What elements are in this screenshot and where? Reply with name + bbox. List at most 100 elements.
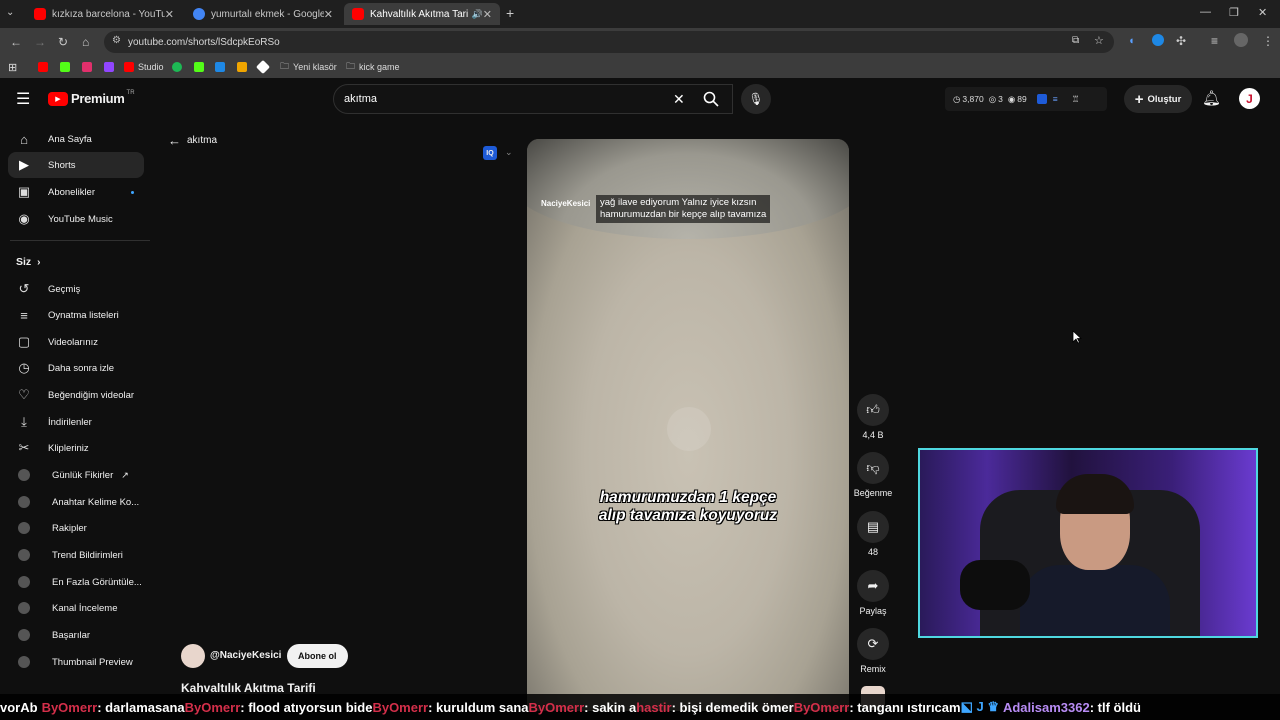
url-text: youtube.com/shorts/lSdcpkEoRSo [128, 36, 280, 48]
chevron-down-icon[interactable]: ⌄ [505, 147, 513, 158]
vidiq-icon [18, 629, 30, 641]
bookmark-ext-2[interactable] [237, 60, 251, 74]
thumbs-down-icon: 👎︎ [857, 452, 889, 484]
like-button[interactable]: 👍︎ 4,4 B [855, 394, 891, 440]
search-button[interactable] [690, 84, 732, 114]
close-icon[interactable]: ✕ [483, 8, 492, 21]
browser-tab-2[interactable]: yumurtalı ekmek - Google'da A ✕ [185, 3, 341, 25]
bookmark-folder-yeni[interactable]: 🗀 Yeni klasör [280, 60, 337, 74]
dislike-button[interactable]: 👎︎ Beğenme [850, 452, 896, 498]
sidebar-item-channel-review[interactable]: Kanal İnceleme [8, 595, 144, 621]
share-button[interactable]: ➦ Paylaş [855, 570, 891, 616]
play-icon[interactable] [667, 407, 711, 451]
vidiq-icon [1036, 94, 1047, 104]
arrow-left-icon: ← [168, 133, 181, 148]
close-window-icon[interactable]: ✕ [1258, 6, 1267, 19]
sidebar-item-music[interactable]: ◉ YouTube Music [8, 206, 144, 232]
search-input[interactable]: akıtma ✕ [333, 84, 733, 114]
maximize-icon[interactable]: ❐ [1229, 6, 1239, 19]
sidebar-item-subscriptions[interactable]: ▣ Abonelikler [8, 179, 144, 205]
channel-name[interactable]: @NaciyeKesici [210, 650, 281, 661]
sidebar-item-home[interactable]: ⌂ Ana Sayfa [8, 126, 144, 152]
chat-username: Adalisam3362 [1002, 699, 1090, 715]
bookmark-spotify[interactable] [172, 60, 186, 74]
shorts-icon: ▶ [19, 157, 29, 172]
bookmark-youtube[interactable] [38, 60, 52, 74]
chat-message: : kuruldum sana [428, 699, 529, 715]
bookmark-star-icon[interactable]: ☆ [1094, 34, 1104, 47]
channel-avatar[interactable] [181, 644, 205, 668]
sidebar-item-daily-ideas[interactable]: Günlük Fikirler ↗ [8, 462, 144, 488]
sidebar-item-most-viewed[interactable]: En Fazla Görüntüle... [8, 569, 144, 595]
bookmark-twitch[interactable] [104, 60, 118, 74]
sidebar-item-trend-alerts[interactable]: Trend Bildirimleri [8, 542, 144, 568]
comments-button[interactable]: ▤ 48 [855, 511, 891, 557]
sidebar-you-header[interactable]: Siz › [8, 249, 144, 275]
clear-search-icon[interactable]: ✕ [673, 91, 685, 108]
sidebar-item-keywords[interactable]: Anahtar Kelime Ko... [8, 489, 144, 515]
media-control-icon[interactable]: ≡ [1211, 34, 1218, 48]
home-icon[interactable]: ⌂ [82, 35, 89, 49]
vidiq-icon [18, 576, 30, 588]
sidebar-item-achievements[interactable]: Başarılar [8, 622, 144, 648]
sidebar-item-playlists[interactable]: ≡ Oynatma listeleri [8, 302, 144, 328]
create-button[interactable]: + Oluştur [1124, 85, 1192, 113]
chevron-right-icon: › [37, 256, 41, 268]
bookmark-studio[interactable]: Studio [124, 60, 164, 74]
hamburger-menu-icon[interactable]: ☰ [16, 89, 30, 109]
extensions-puzzle-icon[interactable]: ✣ [1176, 34, 1186, 48]
chat-username: ByOmerr [793, 699, 850, 715]
install-app-icon[interactable]: ⧉ [1072, 35, 1079, 46]
sidebar-item-downloads[interactable]: ⤓ İndirilenler [8, 409, 144, 435]
reload-icon[interactable]: ↻ [58, 35, 68, 49]
bookmark-ext-3[interactable] [255, 59, 272, 75]
eye-icon: ◎ [988, 93, 997, 104]
vidiq-badge[interactable]: IQ [483, 146, 497, 160]
remix-button[interactable]: ⟳ Remix [855, 628, 891, 674]
browser-tab-3[interactable]: Kahvaltılık Akıtma Tarifi - Yo 🔊 ✕ [344, 3, 500, 25]
tab-search-icon[interactable]: ⌄ [6, 7, 14, 18]
streamer-hair [1056, 474, 1134, 514]
folder-icon: 🗀 [346, 61, 356, 71]
back-to-search[interactable]: ← akıtma [168, 133, 217, 148]
youtube-premium-logo[interactable]: ▶ Premium TR [48, 90, 135, 106]
new-tab-icon[interactable]: + [506, 5, 514, 21]
sidebar-item-watch-later[interactable]: ◷ Daha sonra izle [8, 355, 144, 381]
vidiq-stats-bar[interactable]: ◷ 3,870 ◎ 3 ◉ 89 ≡ ♖ [945, 87, 1107, 111]
menu-kebab-icon[interactable]: ⋮ [1262, 34, 1274, 48]
audio-playing-icon[interactable]: 🔊 [472, 9, 483, 20]
browser-tab-1[interactable]: kızkıza barcelona - YouTube ✕ [26, 3, 182, 25]
url-field[interactable]: ⚙ youtube.com/shorts/lSdcpkEoRSo ⧉ ☆ [104, 31, 1114, 53]
forward-icon[interactable]: → [34, 35, 46, 49]
shorts-video-player[interactable]: NaciyeKesici yağ ilave ediyorum Yalnız i… [527, 139, 849, 711]
extension-icon[interactable] [1152, 34, 1164, 46]
extension-icon[interactable]: ◖ [1128, 35, 1135, 47]
back-icon[interactable]: ← [10, 35, 22, 49]
bookmark-ext[interactable] [215, 60, 229, 74]
sidebar-item-competitors[interactable]: Rakipler [8, 515, 144, 541]
voice-search-button[interactable]: 🎙 [741, 84, 771, 114]
subscribe-button[interactable]: Abone ol [287, 644, 348, 668]
bookmark-instagram[interactable] [82, 60, 96, 74]
notifications-bell-icon[interactable]: 🔔︎ [1202, 89, 1221, 107]
sidebar-item-thumbnail-preview[interactable]: Thumbnail Preview [8, 649, 144, 675]
profile-avatar[interactable] [1234, 33, 1248, 47]
burned-in-subtitle: hamurumuzdan 1 kepçe alıp tavamıza koyuy… [598, 489, 778, 524]
sidebar-item-shorts[interactable]: ▶ Shorts [8, 152, 144, 178]
minimize-icon[interactable]: — [1200, 6, 1211, 18]
vidiq-icon [18, 602, 30, 614]
stream-chat-ticker: vorAb ByOmerr: darlamasana ByOmerr: floo… [0, 694, 1280, 720]
sidebar-item-your-videos[interactable]: ▢ Videolarınız [8, 329, 144, 355]
site-info-icon[interactable]: ⚙ [112, 35, 121, 46]
close-icon[interactable]: ✕ [324, 8, 333, 21]
apps-grid-icon[interactable]: ⊞ [8, 60, 17, 74]
sidebar-item-history[interactable]: ↺ Geçmiş [8, 276, 144, 302]
sidebar-item-clips[interactable]: ✂ Klipleriniz [8, 435, 144, 461]
bookmark-kick[interactable] [60, 60, 74, 74]
close-icon[interactable]: ✕ [165, 8, 174, 21]
bookmark-folder-kick[interactable]: 🗀 kick game [346, 60, 400, 74]
account-avatar[interactable]: J [1239, 88, 1260, 109]
bookmark-kick-2[interactable] [194, 60, 208, 74]
sidebar-item-liked[interactable]: ♡ Beğendiğim videolar [8, 382, 144, 408]
video-frame-bowl [527, 139, 849, 239]
